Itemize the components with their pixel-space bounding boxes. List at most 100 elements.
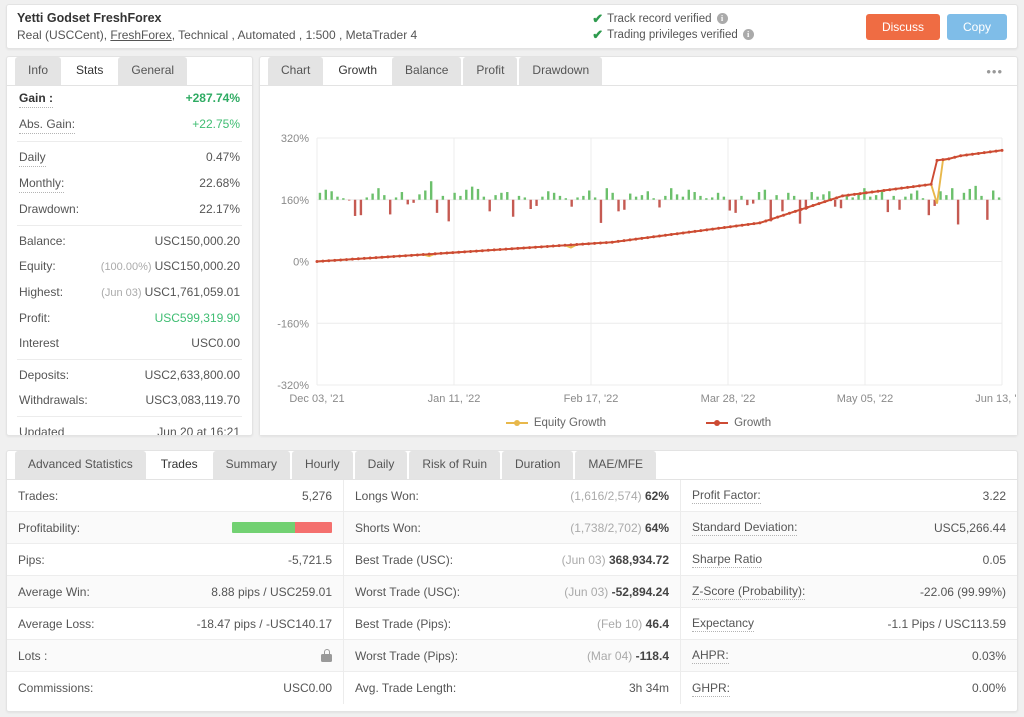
stat-row: Equity: (100.00%) USC150,000.20 [7, 254, 252, 280]
stat-label[interactable]: Daily [19, 149, 46, 167]
tab-chart[interactable]: Chart [268, 57, 323, 85]
table-row: Average Win:8.88 pips / USC259.01 [7, 576, 343, 608]
row-value-main: -5,721.5 [288, 553, 332, 567]
row-value: (Jun 03) 368,934.72 [562, 552, 669, 568]
tab-hourly[interactable]: Hourly [292, 451, 353, 479]
row-label: Average Loss: [18, 616, 95, 632]
series-point [776, 216, 779, 219]
row-value: (1,738/2,702) 64% [570, 520, 669, 536]
tab-daily[interactable]: Daily [355, 451, 408, 479]
more-options-icon[interactable]: ••• [986, 60, 1017, 85]
series-point [782, 214, 785, 217]
tab-drawdown[interactable]: Drawdown [519, 57, 602, 85]
series-point [599, 241, 602, 244]
info-icon[interactable]: i [717, 13, 728, 24]
y-axis-tick-label: 160% [281, 195, 309, 207]
row-value-prefix: (1,738/2,702) [570, 521, 645, 535]
row-value: 8.88 pips / USC259.01 [211, 584, 332, 600]
row-value-main: USC5,266.44 [934, 521, 1006, 535]
stat-label: Profit: [19, 310, 50, 327]
series-point [959, 154, 962, 157]
stat-row: Balance:USC150,000.20 [7, 229, 252, 254]
account-meta-rest: , Technical , Automated , 1:500 , MetaTr… [172, 28, 417, 42]
stat-label: Balance: [19, 233, 66, 250]
row-value: 0.03% [972, 648, 1006, 664]
series-point [658, 235, 661, 238]
legend-item[interactable]: Equity Growth [506, 417, 606, 429]
series-point [688, 231, 691, 234]
legend-item[interactable]: Growth [706, 417, 771, 429]
x-axis-tick-label: Jun 13, '22 [975, 393, 1017, 405]
tab-profit[interactable]: Profit [463, 57, 517, 85]
series-point [670, 233, 673, 236]
row-label: Commissions: [18, 680, 93, 696]
trading-privileges-verified-label: Trading privileges verified [607, 27, 738, 43]
row-value: 5,276 [302, 488, 332, 504]
trades-panel: Advanced StatisticsTradesSummaryHourlyDa… [6, 450, 1018, 712]
series-point [664, 234, 667, 237]
table-row: Shorts Won:(1,738/2,702) 64% [344, 512, 680, 544]
tab-duration[interactable]: Duration [502, 451, 573, 479]
series-point [611, 241, 614, 244]
row-label[interactable]: Standard Deviation: [692, 519, 797, 536]
stat-label: Equity: [19, 258, 56, 275]
row-value-main: 62% [645, 489, 669, 503]
tab-growth[interactable]: Growth [325, 57, 390, 85]
y-axis-tick-label: 0% [293, 257, 309, 269]
row-label[interactable]: Z-Score (Probability): [692, 583, 805, 600]
series-point [528, 246, 531, 249]
header-actions: Discuss Copy [866, 14, 1007, 40]
row-value-main: -18.47 pips / -USC140.17 [197, 617, 332, 631]
row-value-main: -118.4 [636, 649, 669, 663]
series-point [398, 255, 401, 258]
x-axis-tick-label: Mar 28, '22 [701, 393, 756, 405]
series-point [835, 196, 838, 199]
discuss-button[interactable]: Discuss [866, 14, 940, 40]
stat-label[interactable]: Abs. Gain: [19, 116, 75, 134]
stat-label[interactable]: Monthly: [19, 175, 64, 193]
broker-link[interactable]: FreshForex [110, 28, 171, 42]
row-label[interactable]: AHPR: [692, 647, 729, 664]
series-point [481, 249, 484, 252]
stats-sidebar: InfoStatsGeneral Gain : +287.74% Abs. Gain… [6, 56, 253, 436]
row-value: (1,616/2,574) 62% [570, 488, 669, 504]
stat-value: (100.00%) USC150,000.20 [101, 258, 240, 276]
account-type: Real (USCCent), [17, 28, 107, 42]
stat-value: +287.74% [186, 90, 240, 107]
row-value-prefix: (Mar 04) [587, 649, 636, 663]
check-icon: ✔ [592, 27, 603, 43]
tab-balance[interactable]: Balance [392, 57, 461, 85]
tab-advanced-statistics[interactable]: Advanced Statistics [15, 451, 146, 479]
row-label[interactable]: Profit Factor: [692, 487, 761, 504]
series-point [640, 237, 643, 240]
series-point [788, 212, 791, 215]
copy-button[interactable]: Copy [947, 14, 1007, 40]
row-label[interactable]: Sharpe Ratio [692, 551, 762, 568]
table-row: Lots : [7, 640, 343, 672]
series-point [558, 244, 561, 247]
tab-info[interactable]: Info [15, 57, 61, 85]
series-point [392, 255, 395, 258]
tab-general[interactable]: General [118, 57, 187, 85]
series-point [351, 258, 354, 261]
tab-trades[interactable]: Trades [148, 451, 211, 479]
row-label[interactable]: GHPR: [692, 680, 730, 697]
series-point [363, 257, 366, 260]
row-value: (Jun 03) -52,894.24 [564, 584, 669, 600]
tab-risk-of-ruin[interactable]: Risk of Ruin [409, 451, 500, 479]
row-label[interactable]: Expectancy [692, 615, 754, 632]
series-point [770, 218, 773, 221]
series-point [487, 249, 490, 252]
series-point [628, 238, 631, 241]
series-point [428, 253, 431, 256]
series-point [552, 245, 555, 248]
account-header: Yetti Godset FreshForex Real (USCCent), … [6, 4, 1018, 49]
tab-mae-mfe[interactable]: MAE/MFE [575, 451, 656, 479]
tab-stats[interactable]: Stats [63, 57, 116, 85]
x-axis-tick-label: Feb 17, '22 [564, 393, 619, 405]
info-icon[interactable]: i [743, 29, 754, 40]
tab-summary[interactable]: Summary [213, 451, 290, 479]
row-label: Longs Won: [355, 488, 419, 504]
stat-label[interactable]: Gain : [19, 90, 53, 108]
series-point [812, 204, 815, 207]
